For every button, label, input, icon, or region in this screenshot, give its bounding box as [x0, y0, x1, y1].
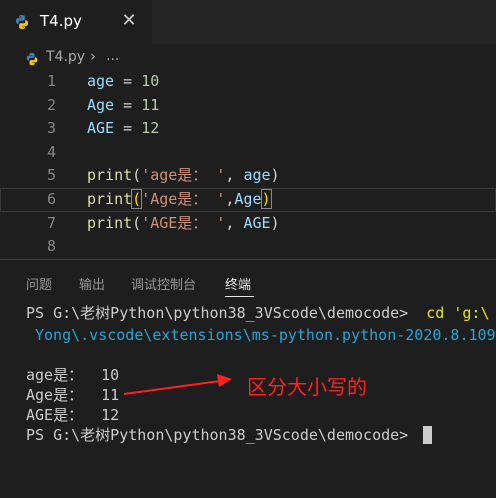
code-text: age = 10 — [87, 70, 159, 94]
code-token: , — [225, 166, 244, 185]
code-token: 11 — [141, 95, 160, 114]
tab-debug-console[interactable]: 调试控制台 — [131, 274, 196, 293]
line-number: 5 — [46, 166, 56, 185]
code-token: 12 — [141, 119, 160, 138]
terminal-line: PS G:\老树Python\python38_3VScode\democode… — [26, 302, 489, 324]
line-number: 1 — [46, 72, 56, 90]
code-line[interactable]: 7 print('AGE是： ', AGE) — [0, 212, 496, 236]
line-number: 8 — [46, 237, 56, 256]
code-token: print — [87, 213, 133, 232]
terminal-output-line: Age是： 11 — [26, 386, 120, 404]
line-number: 7 — [46, 213, 56, 232]
line-number: 3 — [46, 119, 56, 138]
code-editor[interactable]: 1 age = 10 2 Age = 11 3 AGE = 12 4 5 print('age是… — [0, 70, 496, 260]
code-token: age — [243, 166, 271, 185]
panel-divider — [0, 259, 496, 260]
code-token: , — [225, 213, 244, 232]
code-token: ( — [132, 213, 142, 232]
code-token: ( — [132, 166, 142, 185]
code-token: AGE — [243, 213, 271, 232]
code-token: AGE — [87, 119, 115, 138]
code-token: 10 — [141, 72, 160, 90]
code-text: print('age是： ', age) — [87, 164, 280, 188]
terminal-prompt: PS G:\老树Python\python38_3VScode\democode… — [26, 304, 418, 322]
code-token: ) — [260, 189, 272, 209]
tab-title: T4.py — [40, 12, 82, 30]
editor-tab-bar: T4.py ✕ — [0, 0, 496, 44]
code-text: Age = 11 — [87, 94, 159, 118]
code-line[interactable]: 2 Age = 11 — [0, 94, 496, 118]
code-text: print('AGE是： ', AGE) — [87, 212, 280, 236]
terminal-line: Yong\.vscode\extensions\ms-python.python… — [35, 326, 496, 344]
code-token: print — [87, 166, 133, 185]
breadcrumb: T4.py › ... — [0, 46, 496, 70]
code-text: AGE = 12 — [87, 117, 159, 141]
code-token: 'age是： ' — [141, 166, 226, 185]
active-tab-indicator — [225, 296, 254, 297]
terminal-command: cd 'g:\ — [417, 304, 490, 322]
code-line[interactable]: 8 — [0, 235, 496, 259]
terminal-cursor — [423, 426, 432, 444]
code-token: ) — [270, 166, 280, 185]
chevron-right-icon: › — [90, 47, 96, 65]
tab-t4-py[interactable]: T4.py ✕ — [0, 0, 152, 44]
code-line[interactable]: 5 print('age是： ', age) — [0, 164, 496, 188]
code-token: print — [87, 190, 133, 208]
panel-tab-bar: 问题 输出 调试控制台 终端 — [0, 262, 496, 298]
code-line[interactable]: 3 AGE = 12 — [0, 117, 496, 141]
code-text: print('Age是： ',Age) — [87, 188, 272, 212]
breadcrumb-file[interactable]: T4.py — [46, 49, 85, 65]
terminal-output-line: AGE是： 12 — [26, 406, 120, 424]
code-token: 'Age是： ' — [141, 190, 226, 208]
line-number: 4 — [46, 142, 56, 161]
code-line[interactable]: 6 print('Age是： ',Age) — [0, 188, 496, 212]
code-token: age — [87, 72, 115, 90]
tab-output[interactable]: 输出 — [79, 274, 105, 293]
code-token: 'AGE是： ' — [141, 213, 226, 232]
tab-terminal[interactable]: 终端 — [225, 274, 251, 293]
code-line[interactable]: 1 age = 10 — [0, 70, 496, 94]
python-icon — [25, 51, 39, 66]
code-token: Age — [234, 190, 262, 208]
tab-problems[interactable]: 问题 — [26, 274, 52, 293]
breadcrumb-more[interactable]: ... — [106, 48, 119, 64]
line-number: 2 — [46, 95, 56, 114]
code-token: ( — [131, 189, 143, 209]
code-token: Age — [87, 95, 115, 114]
annotation-label: 区分大小写的 — [247, 375, 367, 399]
close-icon[interactable]: ✕ — [118, 10, 140, 32]
terminal-output-line: age是： 10 — [26, 366, 120, 384]
line-number: 6 — [46, 190, 56, 208]
code-token: = — [114, 95, 142, 114]
terminal-prompt: PS G:\老树Python\python38_3VScode\democode… — [26, 426, 418, 444]
code-token: = — [114, 72, 142, 90]
code-line[interactable]: 4 — [0, 141, 496, 165]
code-token: = — [114, 119, 142, 138]
code-token: ) — [270, 213, 280, 232]
python-icon — [14, 14, 30, 30]
